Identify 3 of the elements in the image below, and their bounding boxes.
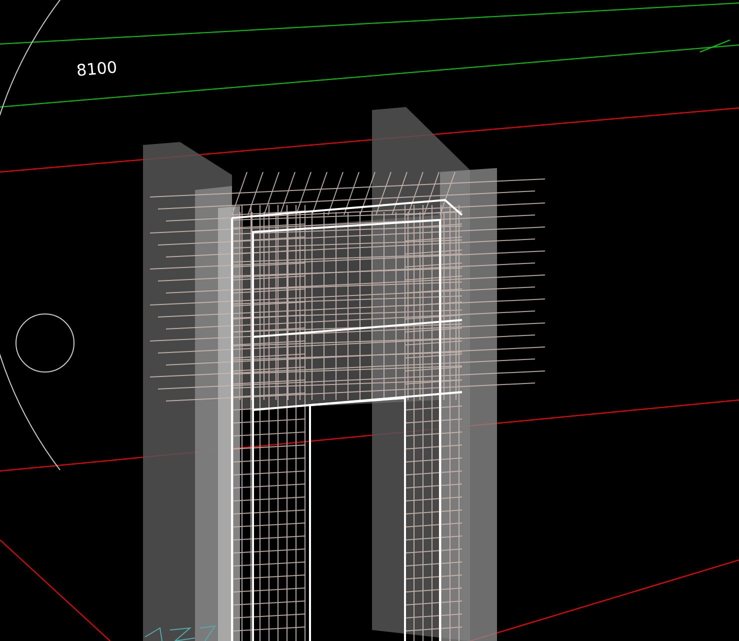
ucs-icon	[144, 625, 216, 641]
dimension-text: 8100	[76, 58, 118, 80]
orbit-handle[interactable]	[16, 314, 74, 372]
